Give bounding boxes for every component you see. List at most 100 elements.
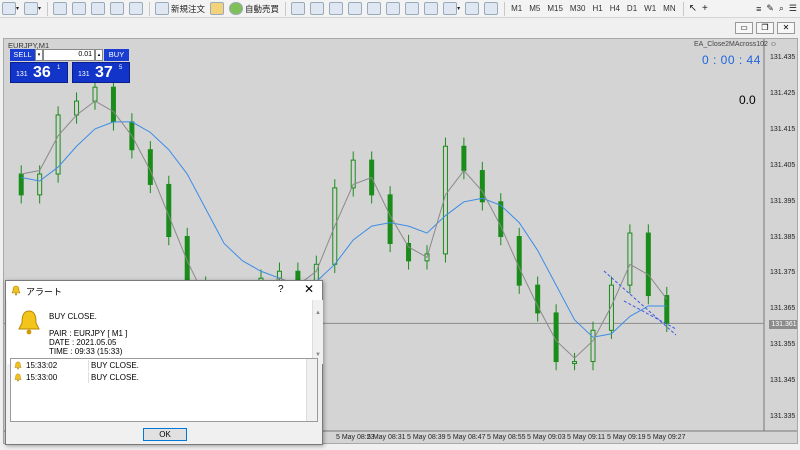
list-item[interactable]: 15:33:00 BUY CLOSE. [11,372,307,383]
zoom-out-icon [367,2,382,15]
timeframe-h1[interactable]: H1 [589,1,605,16]
zoom-in-icon [348,2,363,15]
indicators-button[interactable]: ▾ [441,1,462,16]
cursor-button[interactable]: ↖ [687,1,699,16]
candle-body [664,295,670,324]
restore-chart-button[interactable]: ❐ [756,22,774,34]
periodicity-icon [465,2,480,15]
crosshair-icon: + [702,3,708,14]
indicator-value: 0.0 [739,93,756,107]
data-window-button[interactable] [70,1,88,16]
tile-windows-button[interactable] [384,1,402,16]
list-item[interactable]: 15:33:02 BUY CLOSE. [11,360,307,371]
y-tick-label: 131.375 [770,269,796,276]
chart-shift-button[interactable] [422,1,440,16]
search-icon: ⌕ [778,3,784,13]
market-watch-icon [53,2,68,15]
autoscroll-button[interactable] [403,1,421,16]
x-tick-label: 5 May 09:11 [567,434,606,441]
bell-icon [14,373,22,382]
navigator-icon [91,2,106,15]
profiles-button[interactable]: ▾ [22,1,43,16]
ok-button[interactable]: OK [143,428,187,441]
timeframe-m15[interactable]: M15 [544,1,566,16]
close-dialog-button[interactable]: ✕ [304,282,314,296]
candle-body [37,173,43,196]
one-click-trading-panel: SELL ▾ 0.01 ▴ BUY 131 36 1 131 37 5 [10,49,130,83]
list-item-message: BUY CLOSE. [91,361,139,370]
message-scrollbar[interactable]: ▲ ▼ [312,300,323,364]
list-item-time: 15:33:00 [26,373,58,382]
zoom-out-button[interactable] [365,1,383,16]
strategy-tester-button[interactable] [127,1,145,16]
alert-date: DATE : 2021.05.05 [49,338,117,347]
menu-button[interactable]: ☰ [787,1,799,16]
periodicity-button[interactable] [463,1,481,16]
x-tick-label: 5 May 09:27 [647,434,686,441]
templates-button[interactable] [482,1,500,16]
x-tick-label: 5 May 08:31 [367,434,406,441]
alert-message-area: BUY CLOSE. PAIR : EURJPY [ M1 ] DATE : 2… [7,300,312,364]
toolbar-separator [285,1,287,16]
dialog-title-bar[interactable]: アラート ? ✕ [6,281,322,300]
column-divider [88,360,89,371]
tile-windows-icon [386,2,401,15]
y-tick-label: 131.395 [770,198,796,205]
navigator-button[interactable] [89,1,107,16]
auto-trading-button[interactable]: 自動売買 [227,1,281,16]
buy-price-main: 37 [95,64,113,81]
alert-history-list[interactable]: 15:33:02 BUY CLOSE. 15:33:00 BUY CLOSE. [10,358,318,422]
x-tick-label: 5 May 08:39 [407,434,446,441]
y-tick-label: 131.415 [770,126,796,133]
new-chart-icon [2,2,16,15]
terminal-button[interactable] [108,1,126,16]
bar-chart-button[interactable] [289,1,307,16]
candlestick-icon [310,2,325,15]
timeframe-mn[interactable]: MN [660,1,678,16]
lot-increase-button[interactable]: ▴ [95,49,103,61]
lot-size-input[interactable]: 0.01 [43,49,95,61]
bar-chart-icon [291,2,306,15]
buy-price-box[interactable]: 131 37 5 [72,62,130,83]
timeframe-m30[interactable]: M30 [567,1,589,16]
buy-price-prefix: 131 [78,71,90,78]
timeframe-w1[interactable]: W1 [641,1,659,16]
buy-button[interactable]: BUY [104,49,129,61]
profiles-icon [24,2,39,15]
timeframe-d1[interactable]: D1 [624,1,640,16]
objects-button[interactable]: ✎ [764,1,776,16]
column-divider [88,372,89,383]
market-watch-button[interactable] [51,1,69,16]
sell-price-prefix: 131 [16,71,28,78]
new-order-icon [155,2,170,15]
zoom-in-button[interactable] [346,1,364,16]
search-button[interactable]: ⌕ [777,1,786,16]
auto-trading-label: 自動売買 [245,3,280,14]
candle-body [590,329,596,363]
candle-body [572,361,578,365]
help-button[interactable]: ? [278,284,284,295]
new-chart-button[interactable]: ▾ [0,1,21,16]
crosshair-button[interactable]: + [700,1,710,16]
restore-icon: ❐ [761,23,769,32]
sell-button[interactable]: SELL [10,49,35,61]
new-order-button[interactable]: 新規注文 [153,1,207,16]
y-tick-label: 131.435 [770,54,796,61]
timeframe-m1[interactable]: M1 [508,1,525,16]
list-scrollbar[interactable] [306,359,317,421]
drawing-tools-button[interactable]: ≡ [754,1,763,16]
candlestick-button[interactable] [308,1,326,16]
toolbar-separator [149,1,151,16]
dropdown-arrow-icon: ▾ [38,6,42,12]
dialog-title: アラート [26,287,63,297]
minimize-chart-button[interactable]: ▭ [735,22,753,34]
sell-price-box[interactable]: 131 36 1 [10,62,68,83]
metaeditor-button[interactable] [208,1,226,16]
close-chart-button[interactable]: ✕ [777,22,795,34]
timeframe-h4[interactable]: H4 [607,1,623,16]
lot-decrease-button[interactable]: ▾ [35,49,43,61]
timeframe-m5[interactable]: M5 [526,1,543,16]
candle-body [387,194,393,244]
line-chart-button[interactable] [327,1,345,16]
current-price-tag: 131.361 [769,320,797,329]
